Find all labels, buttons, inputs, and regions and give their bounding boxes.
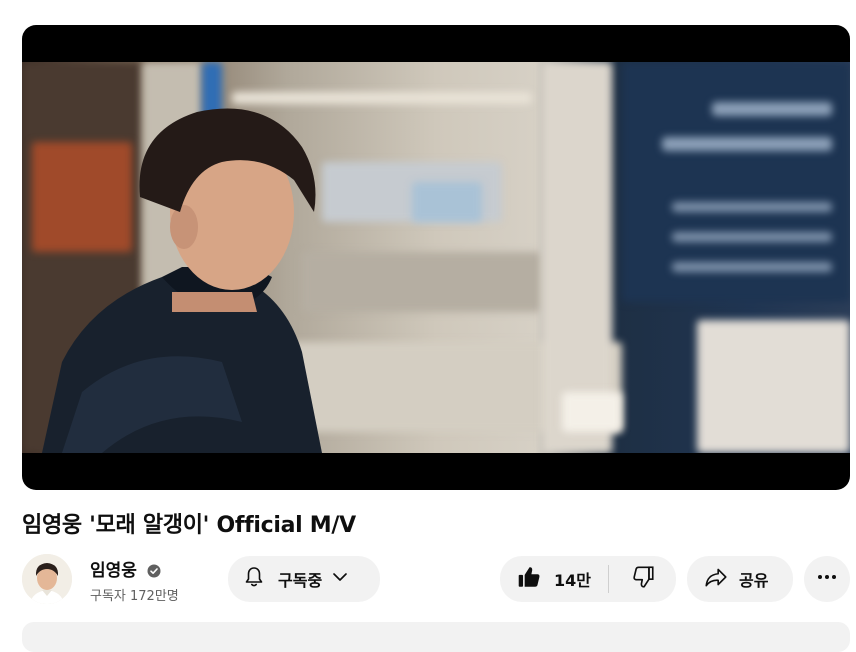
share-icon <box>703 564 729 594</box>
video-actions-row: 임영웅 구독자 172만명 구독중 14만 공유 <box>22 552 850 604</box>
video-title: 임영웅 '모래 알갱이' Official M/V <box>22 513 356 538</box>
description-box[interactable] <box>22 622 850 652</box>
verified-badge-icon <box>147 563 161 583</box>
like-button[interactable]: 14만 <box>500 556 608 602</box>
person-figure <box>42 108 322 453</box>
dislike-button[interactable] <box>609 556 676 602</box>
channel-name[interactable]: 임영웅 <box>90 561 137 581</box>
like-dislike-group: 14만 <box>500 556 676 602</box>
avatar-image <box>22 554 72 604</box>
channel-name-wrap[interactable]: 임영웅 <box>90 556 161 583</box>
bell-icon <box>242 565 266 593</box>
chevron-down-icon <box>330 567 350 591</box>
channel-avatar[interactable] <box>22 554 72 604</box>
share-label: 공유 <box>739 571 769 590</box>
subscribe-button[interactable]: 구독중 <box>228 556 380 602</box>
more-actions-button[interactable] <box>804 556 850 602</box>
like-count: 14만 <box>554 571 591 590</box>
thumbs-down-icon <box>630 564 656 594</box>
video-player[interactable] <box>22 25 850 490</box>
video-frame[interactable] <box>22 62 850 453</box>
share-button[interactable]: 공유 <box>687 556 793 602</box>
subscribe-label: 구독중 <box>278 571 323 590</box>
more-icon <box>816 566 838 592</box>
thumbs-up-icon <box>516 564 542 594</box>
subscriber-count: 구독자 172만명 <box>90 589 179 604</box>
